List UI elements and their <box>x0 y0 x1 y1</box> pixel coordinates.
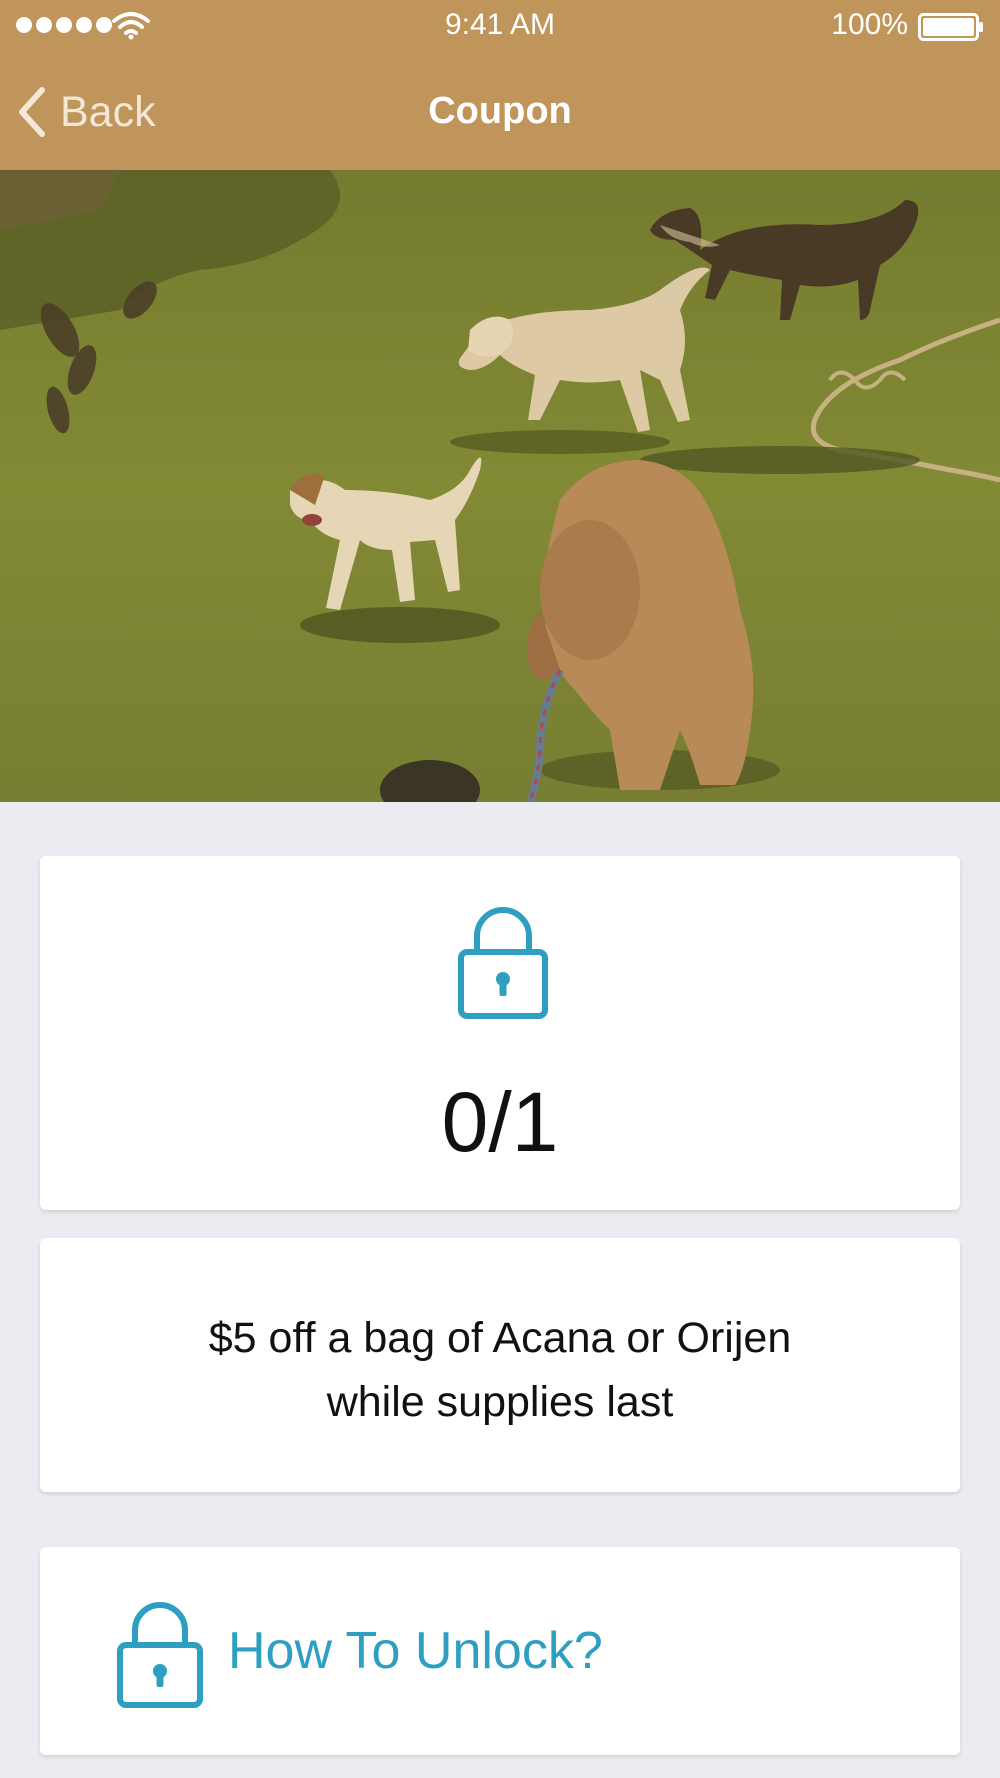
coupon-description-line: while supplies last <box>326 1378 674 1426</box>
progress-card: 0/1 <box>40 856 960 1210</box>
header: 9:41 AM 100% Back Coupon <box>0 0 1000 170</box>
coupon-description-card: $5 off a bag of Acana or Orijen while su… <box>40 1238 960 1492</box>
lock-icon <box>458 907 548 1019</box>
unlock-progress-count: 0/1 <box>441 1075 559 1169</box>
lock-icon <box>117 1602 203 1708</box>
how-to-unlock-button[interactable]: How To Unlock? <box>40 1547 960 1755</box>
battery-icon <box>918 13 983 41</box>
nav-bar: Back Coupon <box>0 54 1000 170</box>
dogs-on-grass-photo <box>0 170 1000 802</box>
how-to-unlock-label: How To Unlock? <box>228 1622 603 1680</box>
page-title: Coupon <box>428 90 572 132</box>
coupon-description: $5 off a bag of Acana or Orijen while su… <box>100 1306 900 1434</box>
battery-percent: 100% <box>831 8 908 41</box>
coupon-screen: 9:41 AM 100% Back Coupon 0/1 $5 off a ba… <box>0 0 1000 1778</box>
status-bar: 9:41 AM 100% <box>0 0 1000 54</box>
hero-image <box>0 170 1000 802</box>
coupon-description-line: $5 off a bag of Acana or Orijen <box>208 1314 792 1362</box>
